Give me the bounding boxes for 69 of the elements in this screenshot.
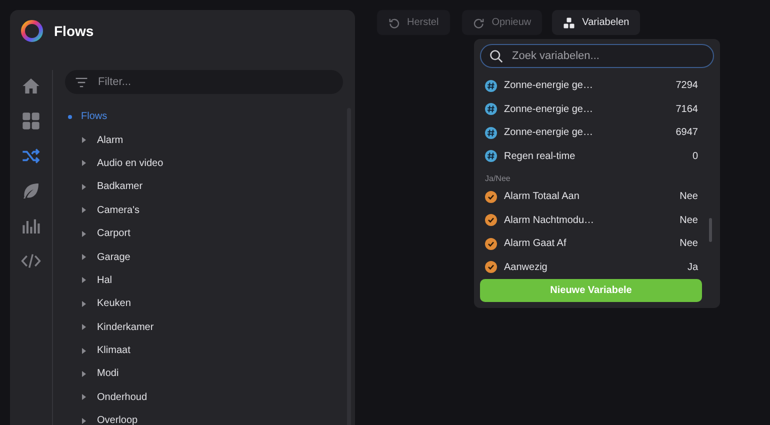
variable-name: Aanwezig xyxy=(504,262,548,273)
variable-name: Alarm Totaal Aan xyxy=(504,191,580,202)
tree-item[interactable]: Camera's xyxy=(97,204,140,216)
tree-item[interactable]: Onderhoud xyxy=(97,392,148,403)
hash-icon xyxy=(485,103,497,116)
tree-item[interactable]: Kinderkamer xyxy=(97,322,154,333)
expand-triangle-icon[interactable] xyxy=(80,230,88,238)
variable-value: Nee xyxy=(680,191,698,202)
variable-value: 6947 xyxy=(676,127,698,138)
variable-value: Ja xyxy=(687,262,698,273)
blocks-icon xyxy=(563,16,576,28)
tree-item[interactable]: Audio en video xyxy=(97,158,164,169)
tree-item[interactable]: Carport xyxy=(97,228,130,240)
tree-item[interactable]: Keuken xyxy=(97,298,131,310)
hash-icon xyxy=(485,150,497,162)
variable-value: 0 xyxy=(692,150,698,162)
filter-field[interactable]: Filter... xyxy=(65,70,343,94)
checkmark-icon xyxy=(485,261,497,274)
variable-value: 7164 xyxy=(676,104,698,115)
variable-name: Zonne-energie ge… xyxy=(504,80,594,92)
tree-item[interactable]: Badkamer xyxy=(97,181,143,192)
variable-name: Alarm Gaat Af xyxy=(504,238,568,250)
variable-name: Regen real-time xyxy=(504,150,576,162)
panel-title: Flows xyxy=(54,22,94,38)
variable-name: Zonne-energie ge… xyxy=(504,104,594,115)
leaf-icon[interactable] xyxy=(21,181,41,201)
checkmark-icon xyxy=(485,190,497,203)
variable-value: Nee xyxy=(680,214,698,226)
tree-item[interactable]: Garage xyxy=(97,252,130,263)
checkmark-icon xyxy=(485,238,497,250)
code-icon[interactable] xyxy=(21,251,41,271)
bullet-icon xyxy=(68,114,72,119)
grid-icon[interactable] xyxy=(21,111,41,131)
tree-item[interactable]: Overloop xyxy=(97,415,138,425)
variable-name: Alarm Nachtmodu… xyxy=(504,214,596,226)
section-heading: Ja/Nee xyxy=(484,173,512,185)
expand-triangle-icon[interactable] xyxy=(80,206,88,214)
expand-triangle-icon[interactable] xyxy=(80,182,88,191)
hash-icon xyxy=(485,126,497,139)
home-icon[interactable] xyxy=(21,76,41,96)
tree-item[interactable]: Hal xyxy=(97,274,112,286)
variable-value: 7294 xyxy=(676,80,698,92)
variable-name: Zonne-energie ge… xyxy=(504,127,594,138)
redo-icon xyxy=(472,16,485,28)
variable-value: Nee xyxy=(680,238,698,250)
tree-item[interactable]: Flows xyxy=(81,111,108,122)
expand-triangle-icon[interactable] xyxy=(80,136,88,144)
tree-item[interactable]: Modi xyxy=(97,368,119,380)
scrollbar[interactable] xyxy=(709,218,712,242)
hash-icon xyxy=(485,80,497,92)
expand-triangle-icon[interactable] xyxy=(80,159,88,168)
expand-triangle-icon[interactable] xyxy=(80,323,88,332)
toolbar-button[interactable]: Variabelen xyxy=(552,10,640,35)
ring-logo-icon xyxy=(20,18,44,42)
search-icon xyxy=(489,49,503,63)
expand-triangle-icon[interactable] xyxy=(80,393,88,402)
expand-triangle-icon[interactable] xyxy=(80,300,88,308)
expand-triangle-icon[interactable] xyxy=(80,346,88,355)
expand-triangle-icon[interactable] xyxy=(80,370,88,378)
search-field[interactable]: Zoek variabelen... xyxy=(480,44,714,68)
tree-item[interactable]: Klimaat xyxy=(97,345,130,356)
checkmark-icon xyxy=(485,214,497,226)
filter-icon xyxy=(75,76,88,89)
tree-item[interactable]: Alarm xyxy=(97,134,124,146)
undo-icon xyxy=(388,16,400,28)
expand-triangle-icon[interactable] xyxy=(80,253,88,262)
expand-triangle-icon[interactable] xyxy=(80,416,88,425)
shuffle-icon[interactable] xyxy=(21,146,41,166)
expand-triangle-icon[interactable] xyxy=(80,276,88,284)
